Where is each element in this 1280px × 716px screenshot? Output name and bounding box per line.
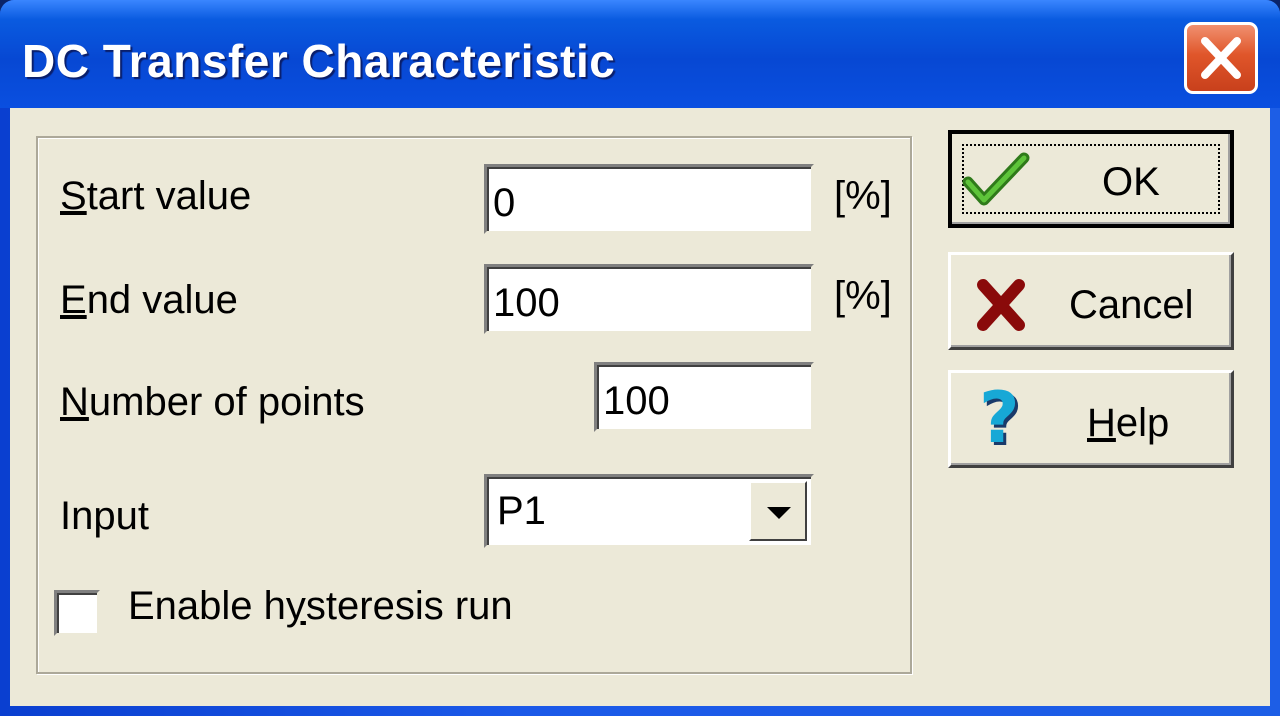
end-value-unit: [%] bbox=[834, 274, 892, 318]
ok-button[interactable]: OK bbox=[948, 130, 1234, 228]
parameters-group: Start value [%] End value [%] Number of … bbox=[36, 136, 912, 674]
input-dropdown-button[interactable] bbox=[749, 481, 807, 541]
hysteresis-label: Enable hysteresis run bbox=[128, 584, 513, 628]
end-value-input[interactable] bbox=[484, 264, 814, 334]
input-select-value: P1 bbox=[497, 489, 546, 533]
end-value-label: End value bbox=[60, 278, 238, 322]
cancel-label: Cancel bbox=[1069, 283, 1194, 327]
number-of-points-input[interactable] bbox=[594, 362, 814, 432]
question-icon: ? bbox=[979, 377, 1020, 459]
title-bar[interactable]: DC Transfer Characteristic bbox=[0, 0, 1280, 108]
hysteresis-checkbox[interactable] bbox=[54, 590, 100, 636]
help-button[interactable]: ? Help bbox=[948, 370, 1234, 468]
number-of-points-label: Number of points bbox=[60, 380, 365, 424]
start-value-unit: [%] bbox=[834, 174, 892, 218]
input-label: Input bbox=[60, 494, 149, 538]
checkmark-icon bbox=[962, 152, 1030, 206]
dialog-window: DC Transfer Characteristic Start value [… bbox=[0, 0, 1280, 716]
cancel-button[interactable]: Cancel bbox=[948, 252, 1234, 350]
start-value-input[interactable] bbox=[484, 164, 814, 234]
chevron-down-icon bbox=[767, 507, 791, 519]
start-value-label: Start value bbox=[60, 174, 252, 218]
input-select[interactable]: P1 bbox=[484, 474, 814, 548]
help-label: Help bbox=[1087, 401, 1170, 445]
close-icon bbox=[1201, 37, 1241, 79]
dialog-body: Start value [%] End value [%] Number of … bbox=[10, 108, 1270, 706]
close-button[interactable] bbox=[1184, 22, 1258, 94]
dialog-title: DC Transfer Characteristic bbox=[22, 35, 616, 87]
ok-label: OK bbox=[1102, 160, 1160, 204]
x-icon bbox=[977, 279, 1025, 331]
